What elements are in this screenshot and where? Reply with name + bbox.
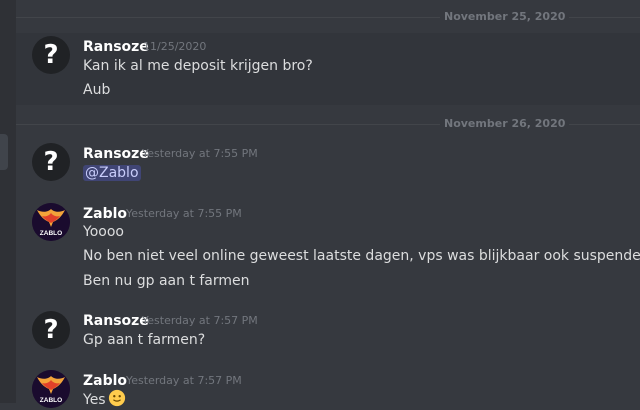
message-text: @Zablo — [83, 163, 141, 183]
question-mark-icon: ? — [43, 40, 59, 70]
username[interactable]: Zablo — [83, 372, 127, 390]
message-text: No ben niet veel online geweest laatste … — [83, 248, 640, 264]
avatar[interactable]: ? — [32, 36, 70, 74]
date-divider: November 26, 2020 — [16, 116, 640, 132]
message-text: Aub — [83, 82, 111, 98]
phoenix-logo-icon: ZABLO — [32, 203, 70, 241]
username[interactable]: Zablo — [83, 205, 127, 223]
message-timestamp[interactable]: 11/25/2020 — [143, 38, 206, 56]
question-mark-icon: ? — [43, 315, 59, 345]
message-text-content: Yes — [83, 392, 106, 408]
message-timestamp[interactable]: Yesterday at 7:55 PM — [142, 145, 258, 163]
message-timestamp[interactable]: Yesterday at 7:57 PM — [142, 312, 258, 330]
server-channel-sidebar-edge — [0, 0, 16, 403]
username[interactable]: Ransoze — [83, 38, 149, 56]
divider-date: November 26, 2020 — [440, 116, 570, 132]
avatar[interactable]: ? — [32, 311, 70, 349]
selected-channel-indicator — [0, 134, 8, 170]
phoenix-logo-icon: ZABLO — [32, 370, 70, 408]
question-mark-icon: ? — [43, 147, 59, 177]
avatar-logo-text: ZABLO — [40, 230, 62, 237]
avatar[interactable]: ZABLO — [32, 370, 70, 408]
chat-message-list[interactable]: November 25, 2020 ? Ransoze 11/25/2020 K… — [16, 0, 640, 408]
message-text: Kan ik al me deposit krijgen bro? — [83, 58, 313, 74]
divider-date: November 25, 2020 — [440, 9, 570, 25]
username[interactable]: Ransoze — [83, 145, 149, 163]
message-text: Yes — [83, 389, 126, 410]
message-text: Yoooo — [83, 224, 124, 240]
message-text: Gp aan t farmen? — [83, 332, 206, 348]
date-divider: November 25, 2020 — [16, 9, 640, 25]
username[interactable]: Ransoze — [83, 312, 149, 330]
message-text: Ben nu gp aan t farmen — [83, 273, 250, 289]
avatar[interactable]: ? — [32, 143, 70, 181]
slightly-smiling-face-icon — [108, 389, 125, 407]
message-timestamp[interactable]: Yesterday at 7:57 PM — [126, 372, 242, 390]
message-timestamp[interactable]: Yesterday at 7:55 PM — [126, 205, 242, 223]
avatar[interactable]: ZABLO — [32, 203, 70, 241]
user-mention[interactable]: @Zablo — [83, 165, 141, 181]
